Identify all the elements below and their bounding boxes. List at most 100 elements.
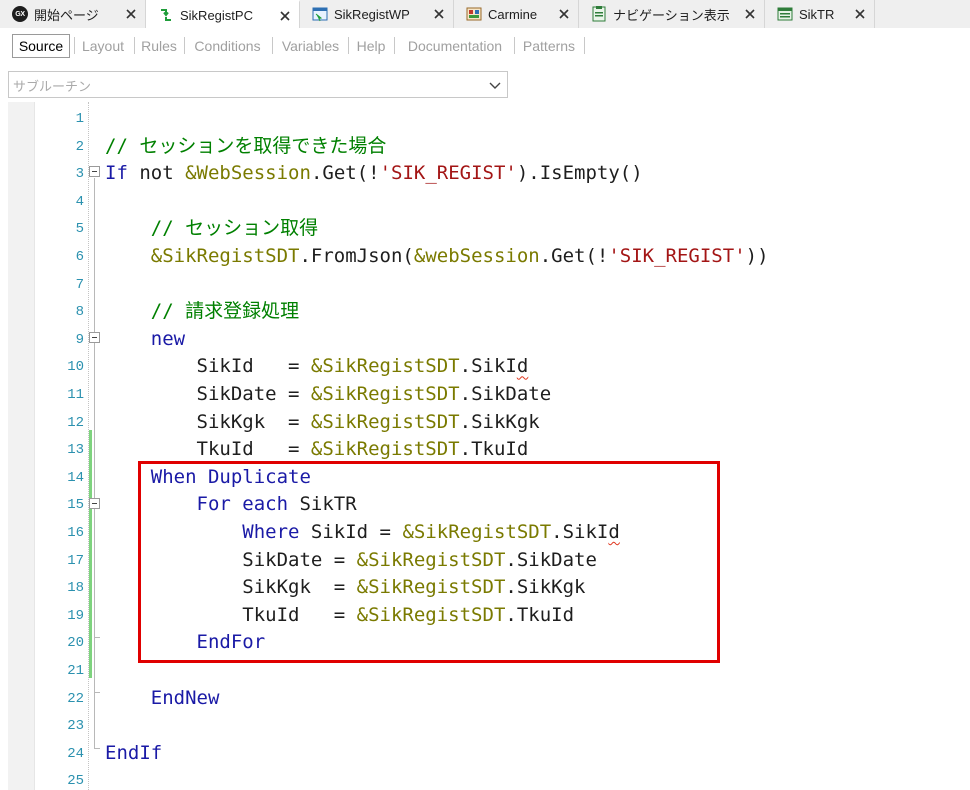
close-icon[interactable] [742,6,758,22]
line-number: 16 [67,525,84,541]
part-selector-bar: Source Layout Rules Conditions Variables… [0,30,970,60]
tab-label: SikRegistWP [334,6,410,22]
part-patterns[interactable]: Patterns [520,34,578,58]
tab-label: SikRegistPC [180,7,253,23]
part-divider [394,37,395,54]
part-conditions[interactable]: Conditions [189,34,266,58]
code-token: 'SIK_REGIST' [608,245,746,267]
part-documentation[interactable]: Documentation [401,34,509,58]
code-line: // 請求登録処理 [105,298,299,325]
close-icon[interactable] [431,6,447,22]
code-token: SikDate = [105,383,311,405]
chevron-down-icon [489,82,501,89]
line-number: 4 [75,193,84,210]
subroutine-dropdown[interactable]: サブルーチン [8,71,508,98]
tab-start-page[interactable]: GX 開始ページ [0,0,146,28]
line-number: 23 [67,718,84,735]
code-token: .SikKgk [459,410,540,433]
part-divider [74,37,75,54]
code-line: For each SikTR [105,491,357,518]
part-divider [584,37,585,54]
code-line: When Duplicate [105,464,311,491]
part-divider [514,37,515,54]
spell-check-error: d [516,355,529,378]
tab-label: Carmine [488,6,538,22]
code-line: SikKgk = &SikRegistSDT.SikKgk [105,574,585,601]
code-line: SikDate = &SikRegistSDT.SikDate [105,381,552,408]
code-token: &SikRegistSDT [356,576,506,599]
line-number: 22 [67,690,84,707]
code-editor[interactable]: 1 2 3 4 5 6 7 8 9 10 11 12 13 14 15 16 17 18 19 20 21 22 23 24 2… [8,102,970,790]
code-token: .Get(! [310,162,380,185]
close-icon[interactable] [556,6,572,22]
code-line: new [105,326,185,353]
part-source[interactable]: Source [12,34,70,58]
code-token: SikId = [105,355,311,378]
code-token: TkuId = [105,438,311,461]
code-line: Where SikId = &SikRegistSDT.SikId [105,519,620,546]
tab-navigation-view[interactable]: ナビゲーション表示 [579,0,765,28]
line-number: 1 [75,111,84,127]
spell-check-error: d [608,521,620,543]
code-line: // セッション取得 [105,215,318,242]
part-help[interactable]: Help [354,34,388,58]
code-line: // セッションを取得できた場合 [105,133,386,160]
code-token: SikId = [299,521,403,543]
tab-label: SikTR [799,6,835,22]
code-token: EndIf [105,741,163,764]
code-token: // 請求登録処理 [105,300,300,323]
part-variables[interactable]: Variables [278,34,343,58]
tab-label: ナビゲーション表示 [613,7,730,23]
fold-toggle-icon[interactable] [89,166,100,177]
subroutine-dropdown-placeholder: サブルーチン [13,79,92,94]
code-token: // セッション取得 [105,217,319,240]
close-icon[interactable] [277,8,293,24]
genexus-logo-icon: GX [12,6,28,22]
code-line: EndFor [105,629,266,656]
code-line: &SikRegistSDT.FromJson(&webSession.Get(!… [105,243,769,270]
editor-left-margin [8,102,35,790]
close-icon[interactable] [123,6,139,22]
fold-end-marker [94,692,100,693]
tab-sikregistpc[interactable]: SikRegistPC [146,0,300,28]
code-token: When Duplicate [150,465,311,488]
part-divider [134,37,135,54]
code-token: For each [196,493,289,516]
code-line: TkuId = &SikRegistSDT.TkuId [105,436,529,463]
fold-toggle-icon[interactable] [89,498,100,509]
tab-label: 開始ページ [34,7,99,23]
part-rules[interactable]: Rules [139,34,179,58]
line-number: 24 [67,745,84,762]
document-tab-bar: GX 開始ページ SikRegistPC SikRegistWP Carmine… [0,0,970,28]
line-number: 8 [75,304,84,321]
close-icon[interactable] [852,6,868,22]
code-token: &SikRegistSDT [402,521,552,543]
code-token: .TkuId [459,438,529,461]
fold-toggle-icon[interactable] [89,332,100,343]
code-token: SikDate = [105,548,357,571]
code-token: new [150,327,186,350]
code-token: TkuId = [105,603,357,626]
code-token: .SikI [551,521,609,543]
code-line: SikDate = &SikRegistSDT.SikDate [105,547,597,574]
procedure-icon [158,7,174,23]
code-token: SikKgk = [105,576,357,599]
part-layout[interactable]: Layout [78,34,128,58]
tab-siktr[interactable]: SikTR [765,0,875,28]
web-panel-icon [312,6,328,22]
tab-sikregistwp[interactable]: SikRegistWP [300,0,454,28]
code-token: .FromJson( [299,245,414,267]
line-number: 7 [75,276,84,293]
line-number: 11 [67,387,84,403]
code-token: not [127,162,186,185]
tab-carmine[interactable]: Carmine [454,0,579,28]
line-number: 15 [67,497,84,514]
code-token: Where [242,521,300,543]
code-token: &SikRegistSDT [310,355,460,378]
line-number: 20 [67,635,84,652]
code-token: &SikRegistSDT [310,383,460,405]
